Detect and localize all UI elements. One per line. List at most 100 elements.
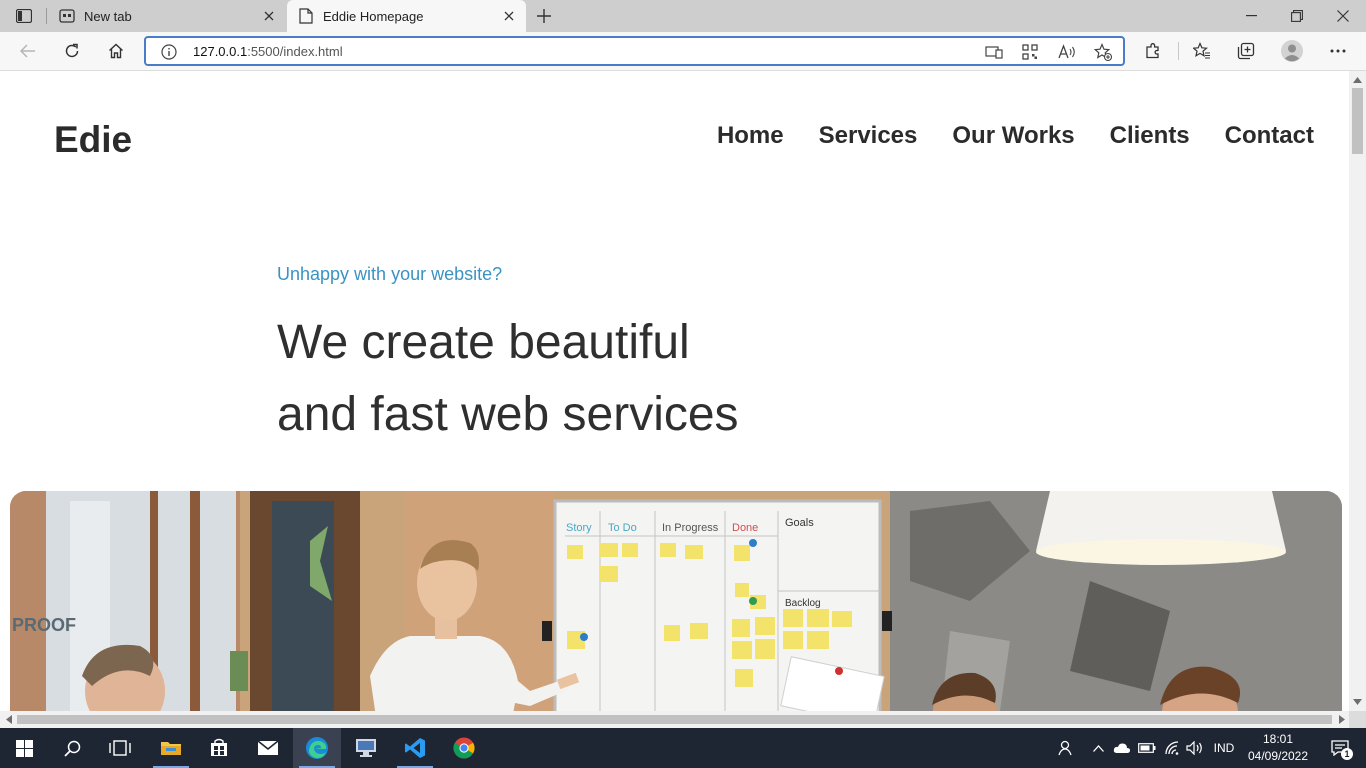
cloud-icon — [1113, 743, 1131, 753]
tab-title: Eddie Homepage — [323, 8, 424, 24]
mail-envelope-icon — [257, 740, 279, 755]
board-goals-title: Goals — [785, 517, 814, 529]
battery-icon — [1138, 743, 1156, 753]
site-nav: Home Services Our Works Clients Contact — [717, 122, 1314, 150]
battery-button[interactable] — [1136, 728, 1158, 768]
back-arrow-icon — [20, 44, 35, 58]
scroll-down-icon[interactable] — [1353, 697, 1362, 706]
speaker-icon — [1186, 741, 1202, 755]
new-tab-button[interactable] — [532, 4, 556, 28]
site-info-icon[interactable] — [160, 43, 178, 61]
browser-toolbar: 127.0.0.1:5500/index.html — [0, 32, 1366, 71]
task-view-button[interactable] — [96, 728, 144, 768]
scroll-up-icon[interactable] — [1353, 75, 1362, 84]
people-button[interactable] — [1052, 728, 1076, 768]
collections-button[interactable] — [1231, 37, 1261, 65]
settings-menu-button[interactable] — [1323, 37, 1353, 65]
newtab-page-icon — [58, 7, 76, 25]
nav-link-contact[interactable]: Contact — [1225, 122, 1314, 150]
onedrive-button[interactable] — [1111, 728, 1133, 768]
clock-time: 18:01 — [1262, 732, 1294, 746]
page-icon — [297, 7, 315, 25]
folder-icon — [161, 742, 181, 755]
start-button[interactable] — [0, 728, 48, 768]
scrollbar-corner — [1349, 711, 1366, 728]
read-aloud-icon[interactable] — [1055, 41, 1079, 63]
nav-link-clients[interactable]: Clients — [1110, 122, 1190, 150]
microsoft-store-button[interactable] — [195, 728, 243, 768]
nav-link-services[interactable]: Services — [819, 122, 918, 150]
tab-actions-icon — [16, 9, 32, 23]
board-column-done: Done — [732, 522, 758, 534]
favorites-star-icon — [1193, 42, 1210, 59]
wifi-icon — [1165, 741, 1179, 755]
hero-tagline: Unhappy with your website? — [277, 264, 503, 284]
taskbar-clock[interactable]: 18:01 04/09/2022 — [1240, 731, 1316, 765]
horizontal-scrollbar[interactable] — [0, 711, 1349, 728]
tab-eddie-homepage[interactable]: Eddie Homepage — [287, 0, 526, 32]
vscode-button[interactable] — [391, 728, 439, 768]
nav-link-home[interactable]: Home — [717, 122, 784, 150]
url-text[interactable]: 127.0.0.1:5500/index.html — [193, 44, 343, 59]
hero-headline: We create beautiful and fast web service… — [277, 307, 739, 451]
close-tab-icon[interactable] — [496, 3, 522, 29]
file-explorer-button[interactable] — [147, 728, 195, 768]
more-dots-icon — [1330, 49, 1346, 53]
vscode-logo-icon — [405, 738, 425, 758]
monitor-icon — [356, 739, 376, 757]
action-center-button[interactable]: 1 — [1320, 728, 1360, 768]
tab-title: New tab — [84, 8, 132, 24]
nav-link-our-works[interactable]: Our Works — [952, 122, 1074, 150]
remote-desktop-button[interactable] — [342, 728, 390, 768]
immersive-reader-icon[interactable] — [982, 41, 1006, 63]
refresh-icon — [65, 43, 79, 58]
minimize-icon — [1245, 15, 1257, 17]
extensions-button[interactable] — [1138, 37, 1168, 65]
search-button[interactable] — [48, 728, 96, 768]
tab-actions-button[interactable] — [10, 6, 38, 26]
home-button[interactable] — [101, 37, 131, 65]
site-logo[interactable]: Edie — [54, 119, 132, 161]
board-column-in-progress: In Progress — [662, 522, 719, 534]
task-view-icon — [109, 740, 131, 756]
windows-logo-icon — [15, 739, 33, 757]
add-favorite-icon[interactable] — [1091, 41, 1115, 63]
back-button[interactable] — [13, 37, 43, 65]
search-icon — [63, 740, 80, 757]
address-bar[interactable]: 127.0.0.1:5500/index.html — [144, 36, 1125, 66]
hero-window-text: PROOF — [12, 615, 76, 635]
mail-button[interactable] — [244, 728, 292, 768]
network-button[interactable] — [1161, 728, 1183, 768]
profile-button[interactable] — [1277, 37, 1307, 65]
board-backlog-title: Backlog — [785, 598, 821, 609]
input-language-button[interactable]: IND — [1208, 728, 1240, 768]
restore-button[interactable] — [1274, 0, 1320, 32]
refresh-button[interactable] — [57, 37, 87, 65]
close-window-button[interactable] — [1320, 0, 1366, 32]
close-tab-icon[interactable] — [256, 3, 282, 29]
tab-separator — [46, 8, 47, 24]
url-path: :5500/index.html — [247, 44, 343, 59]
close-icon — [1337, 10, 1349, 22]
toolbar-separator — [1178, 42, 1179, 60]
favorites-button[interactable] — [1187, 37, 1217, 65]
chevron-up-icon — [1092, 744, 1104, 752]
tab-new-tab[interactable]: New tab — [48, 0, 286, 32]
scroll-right-icon[interactable] — [1337, 715, 1346, 724]
clock-date: 04/09/2022 — [1247, 749, 1309, 763]
vertical-scroll-thumb[interactable] — [1352, 88, 1363, 154]
store-bag-icon — [211, 738, 227, 756]
scroll-left-icon[interactable] — [4, 715, 13, 724]
edge-browser-button[interactable] — [293, 728, 341, 768]
volume-button[interactable] — [1184, 728, 1206, 768]
qr-code-icon[interactable] — [1018, 41, 1042, 63]
chrome-button[interactable] — [440, 728, 488, 768]
plus-icon — [537, 9, 551, 23]
page-viewport: Edie Home Services Our Works Clients Con… — [0, 71, 1349, 711]
people-icon — [1058, 740, 1072, 756]
windows-taskbar: IND 18:01 04/09/2022 1 — [0, 728, 1366, 768]
horizontal-scroll-thumb[interactable] — [17, 715, 1332, 724]
vertical-scrollbar[interactable] — [1349, 71, 1366, 711]
show-hidden-icons-button[interactable] — [1088, 728, 1108, 768]
minimize-button[interactable] — [1228, 0, 1274, 32]
